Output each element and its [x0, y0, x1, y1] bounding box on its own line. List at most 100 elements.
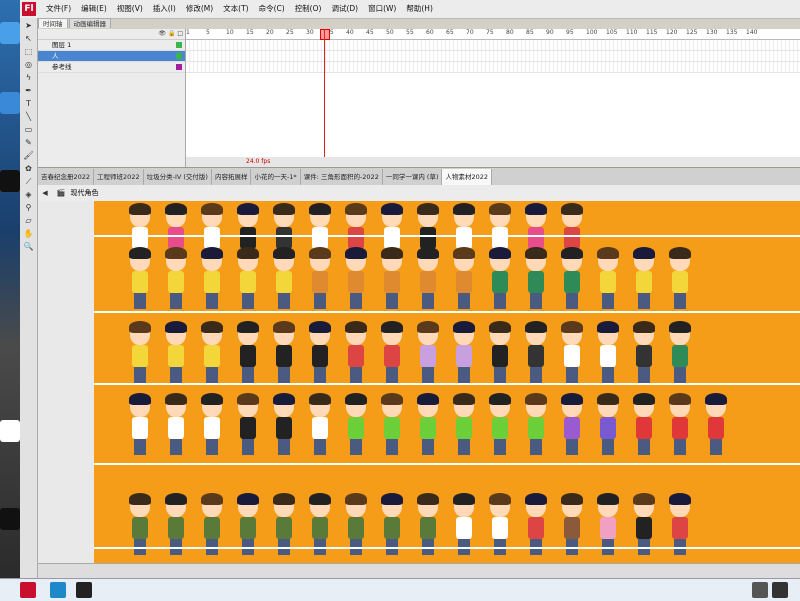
- document-tab[interactable]: 课件: 三角形面积的-2022: [301, 169, 383, 185]
- text-tool-icon[interactable]: T: [23, 98, 34, 109]
- layer-row[interactable]: 人: [38, 51, 185, 62]
- menu-item[interactable]: 调试(D): [327, 3, 362, 15]
- desktop-app-icon[interactable]: [0, 92, 20, 114]
- layer-color-swatch[interactable]: [176, 64, 182, 70]
- character-figure[interactable]: [664, 393, 696, 457]
- eraser-tool-icon[interactable]: ▱: [23, 215, 34, 226]
- animate-task-icon[interactable]: [20, 582, 36, 598]
- document-tab[interactable]: 人物素材2022: [442, 169, 493, 185]
- character-figure[interactable]: [340, 321, 372, 385]
- character-figure[interactable]: [376, 321, 408, 385]
- frame-row[interactable]: [186, 51, 800, 62]
- character-figure[interactable]: [124, 247, 156, 311]
- character-figure[interactable]: [304, 247, 336, 311]
- menu-item[interactable]: 文件(F): [42, 3, 75, 15]
- frame-ruler[interactable]: 1510152025303540455055606570758085909510…: [186, 29, 800, 40]
- character-figure[interactable]: [268, 247, 300, 311]
- document-tab[interactable]: 内容拓展样: [212, 169, 252, 185]
- back-arrow-icon[interactable]: ◀: [38, 185, 52, 201]
- character-figure[interactable]: [628, 393, 660, 457]
- character-figure[interactable]: [160, 393, 192, 457]
- lasso-tool-icon[interactable]: ϟ: [23, 72, 34, 83]
- layer-row[interactable]: 图层 1: [38, 40, 185, 51]
- character-figure[interactable]: [340, 247, 372, 311]
- character-figure[interactable]: [160, 247, 192, 311]
- menu-item[interactable]: 插入(I): [149, 3, 180, 15]
- character-figure[interactable]: [664, 247, 696, 311]
- document-tab[interactable]: 工程师班2022: [94, 169, 144, 185]
- character-figure[interactable]: [304, 321, 336, 385]
- character-figure[interactable]: [448, 393, 480, 457]
- menu-item[interactable]: 帮助(H): [402, 3, 437, 15]
- menu-item[interactable]: 控制(O): [291, 3, 326, 15]
- document-tab[interactable]: 小花的一天-1*: [251, 169, 301, 185]
- deco-tool-icon[interactable]: ✿: [23, 163, 34, 174]
- stage-canvas[interactable]: [94, 201, 800, 564]
- character-figure[interactable]: [520, 321, 552, 385]
- frame-row[interactable]: [186, 40, 800, 51]
- character-figure[interactable]: [304, 393, 336, 457]
- tray-icon[interactable]: [752, 582, 768, 598]
- layer-row[interactable]: 参考线: [38, 62, 185, 73]
- menu-item[interactable]: 命令(C): [255, 3, 289, 15]
- character-figure[interactable]: [124, 321, 156, 385]
- transform-tool-icon[interactable]: ⬚: [23, 46, 34, 57]
- character-figure[interactable]: [196, 247, 228, 311]
- character-figure[interactable]: [448, 247, 480, 311]
- app-task-icon[interactable]: [50, 582, 66, 598]
- pen-tool-icon[interactable]: ✒: [23, 85, 34, 96]
- frame-row[interactable]: [186, 62, 800, 73]
- character-figure[interactable]: [520, 393, 552, 457]
- bone-tool-icon[interactable]: ⟋: [23, 176, 34, 187]
- character-figure[interactable]: [592, 321, 624, 385]
- character-figure[interactable]: [124, 393, 156, 457]
- character-figure[interactable]: [556, 247, 588, 311]
- layer-color-swatch[interactable]: [176, 42, 182, 48]
- menu-item[interactable]: 修改(M): [182, 3, 217, 15]
- pencil-tool-icon[interactable]: ✎: [23, 137, 34, 148]
- character-figure[interactable]: [412, 247, 444, 311]
- character-figure[interactable]: [700, 393, 732, 457]
- subselect-tool-icon[interactable]: ↖: [23, 33, 34, 44]
- character-figure[interactable]: [268, 393, 300, 457]
- menu-item[interactable]: 文本(T): [219, 3, 252, 15]
- app-task-icon[interactable]: [76, 582, 92, 598]
- desktop-app-icon[interactable]: [0, 22, 20, 44]
- character-figure[interactable]: [376, 393, 408, 457]
- playhead[interactable]: [324, 29, 325, 167]
- zoom-tool-icon[interactable]: 🔍: [23, 241, 34, 252]
- document-tab[interactable]: 垃圾分类-IV (交付版): [144, 169, 212, 185]
- character-figure[interactable]: [592, 247, 624, 311]
- character-figure[interactable]: [376, 247, 408, 311]
- character-figure[interactable]: [232, 321, 264, 385]
- 3d-rotate-tool-icon[interactable]: ◎: [23, 59, 34, 70]
- character-figure[interactable]: [664, 321, 696, 385]
- qq-icon[interactable]: [0, 170, 20, 192]
- character-figure[interactable]: [196, 393, 228, 457]
- character-figure[interactable]: [160, 321, 192, 385]
- character-figure[interactable]: [556, 321, 588, 385]
- character-figure[interactable]: [196, 321, 228, 385]
- tiktok-icon[interactable]: [0, 508, 20, 530]
- character-figure[interactable]: [484, 393, 516, 457]
- line-tool-icon[interactable]: ╲: [23, 111, 34, 122]
- character-figure[interactable]: [592, 393, 624, 457]
- brush-tool-icon[interactable]: 🖌: [23, 150, 34, 161]
- tab-motion-editor[interactable]: 动画编辑器: [68, 18, 111, 28]
- menu-item[interactable]: 编辑(E): [77, 3, 111, 15]
- playhead-handle[interactable]: [320, 29, 330, 40]
- character-figure[interactable]: [448, 321, 480, 385]
- character-figure[interactable]: [484, 321, 516, 385]
- character-figure[interactable]: [232, 247, 264, 311]
- layer-color-swatch[interactable]: [176, 53, 182, 59]
- hand-tool-icon[interactable]: ✋: [23, 228, 34, 239]
- frame-grid[interactable]: 1510152025303540455055606570758085909510…: [186, 29, 800, 167]
- eyedropper-tool-icon[interactable]: ⚲: [23, 202, 34, 213]
- bucket-tool-icon[interactable]: ◈: [23, 189, 34, 200]
- rect-tool-icon[interactable]: ▭: [23, 124, 34, 135]
- scene-name[interactable]: 现代角色: [70, 189, 98, 197]
- horizontal-scrollbar[interactable]: [38, 563, 800, 578]
- menu-item[interactable]: 窗口(W): [364, 3, 400, 15]
- character-figure[interactable]: [556, 393, 588, 457]
- character-figure[interactable]: [232, 393, 264, 457]
